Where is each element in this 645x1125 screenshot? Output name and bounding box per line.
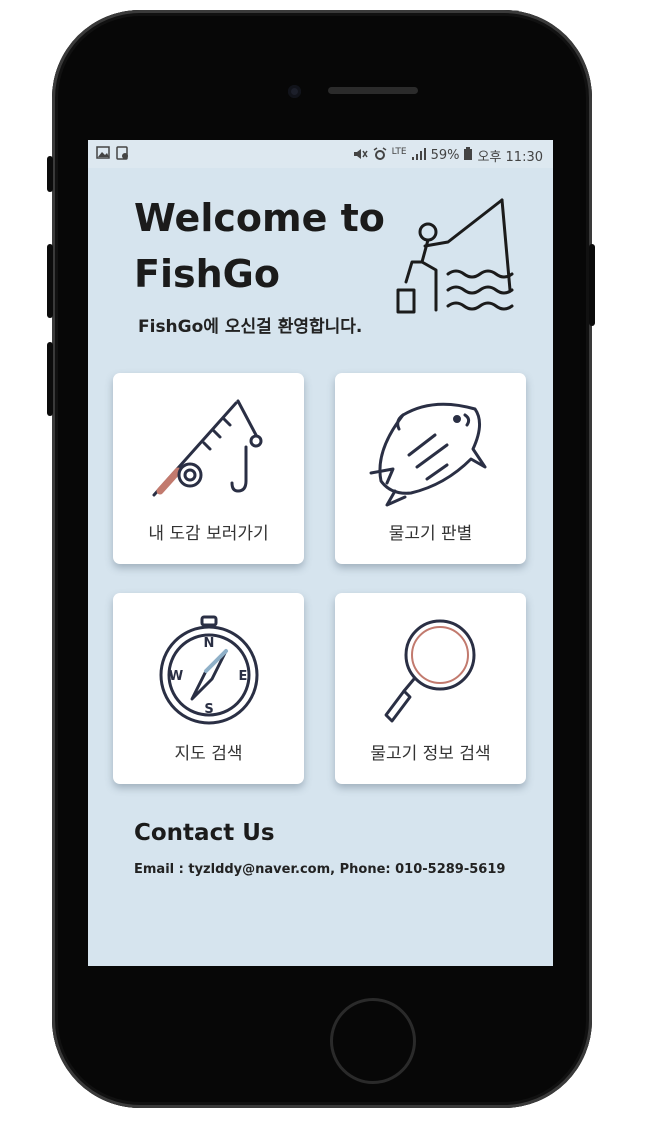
my-collection-card[interactable]: 내 도감 보러가기	[113, 373, 304, 564]
fish-icon	[369, 402, 487, 507]
home-button[interactable]	[330, 998, 416, 1084]
screenshot-notification-icon	[116, 146, 129, 164]
battery-percent: 59%	[430, 148, 460, 163]
contact-title: Contact Us	[134, 820, 275, 846]
status-bar: LTE 59% 오후 11:30	[88, 140, 553, 168]
welcome-title: Welcome to FishGo	[134, 190, 414, 302]
battery-icon	[464, 147, 473, 164]
svg-text:N: N	[204, 636, 215, 651]
app-screen: LTE 59% 오후 11:30 Welcome to FishGo FishG…	[88, 140, 553, 966]
svg-text:W: W	[169, 669, 183, 684]
earpiece-speaker	[328, 87, 418, 94]
network-type: LTE	[391, 146, 407, 157]
volume-down-button	[47, 342, 53, 416]
svg-text:E: E	[239, 669, 248, 684]
welcome-subtitle: FishGo에 오신걸 환영합니다.	[138, 317, 363, 337]
title-line-1: Welcome to	[134, 196, 385, 240]
title-line-2: FishGo	[134, 252, 280, 296]
contact-info: Email : tyzlddy@naver.com, Phone: 010-52…	[134, 862, 506, 877]
fish-info-search-card[interactable]: 물고기 정보 검색	[335, 593, 526, 784]
front-camera	[288, 85, 301, 98]
clock: 오후 11:30	[477, 150, 543, 165]
fish-identify-label: 물고기 판별	[388, 524, 473, 544]
mute-switch	[47, 156, 53, 192]
mute-icon	[352, 147, 368, 165]
svg-text:S: S	[204, 702, 213, 717]
map-search-card[interactable]: N S W E 지도 검색	[113, 593, 304, 784]
signal-icon	[411, 147, 426, 164]
power-button	[589, 244, 595, 326]
magnifier-icon	[384, 619, 476, 723]
alarm-icon	[373, 146, 387, 165]
map-search-label: 지도 검색	[174, 744, 243, 764]
compass-icon: N S W E	[159, 615, 259, 725]
fish-info-search-label: 물고기 정보 검색	[370, 744, 491, 764]
fisherman-icon	[396, 198, 514, 314]
my-collection-label: 내 도감 보러가기	[148, 524, 269, 544]
fish-identify-card[interactable]: 물고기 판별	[335, 373, 526, 564]
image-notification-icon	[96, 146, 110, 164]
volume-up-button	[47, 244, 53, 318]
fishing-rod-icon	[152, 399, 263, 497]
